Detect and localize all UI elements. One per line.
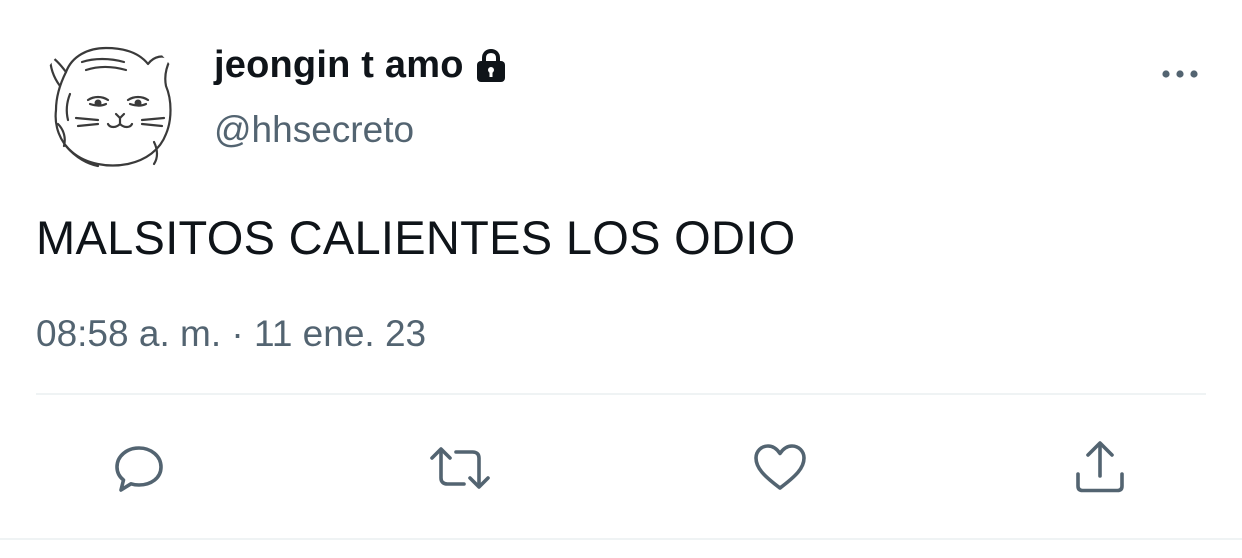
retweet-icon (430, 447, 490, 489)
heart-icon (754, 444, 806, 490)
share-button[interactable] (1068, 436, 1132, 500)
retweet-button[interactable] (428, 436, 492, 500)
bottom-divider (0, 538, 1242, 540)
more-horizontal-icon (1162, 70, 1198, 78)
cartoon-cat-avatar-icon (48, 46, 172, 168)
tweet-timestamp[interactable]: 08:58 a. m. · 11 ene. 23 (36, 308, 426, 360)
reply-button[interactable] (107, 436, 171, 500)
divider (36, 393, 1206, 395)
share-icon (1076, 441, 1124, 493)
display-name[interactable]: jeongin t amo (214, 40, 464, 90)
author-handle[interactable]: @hhsecreto (214, 106, 414, 154)
avatar[interactable] (36, 34, 184, 182)
lock-icon (474, 48, 508, 84)
more-options-button[interactable] (1150, 56, 1210, 92)
reply-icon (115, 446, 163, 492)
tweet-text: MALSITOS CALIENTES LOS ODIO (36, 211, 796, 264)
like-button[interactable] (748, 436, 812, 500)
author-name-row[interactable]: jeongin t amo (214, 40, 508, 90)
